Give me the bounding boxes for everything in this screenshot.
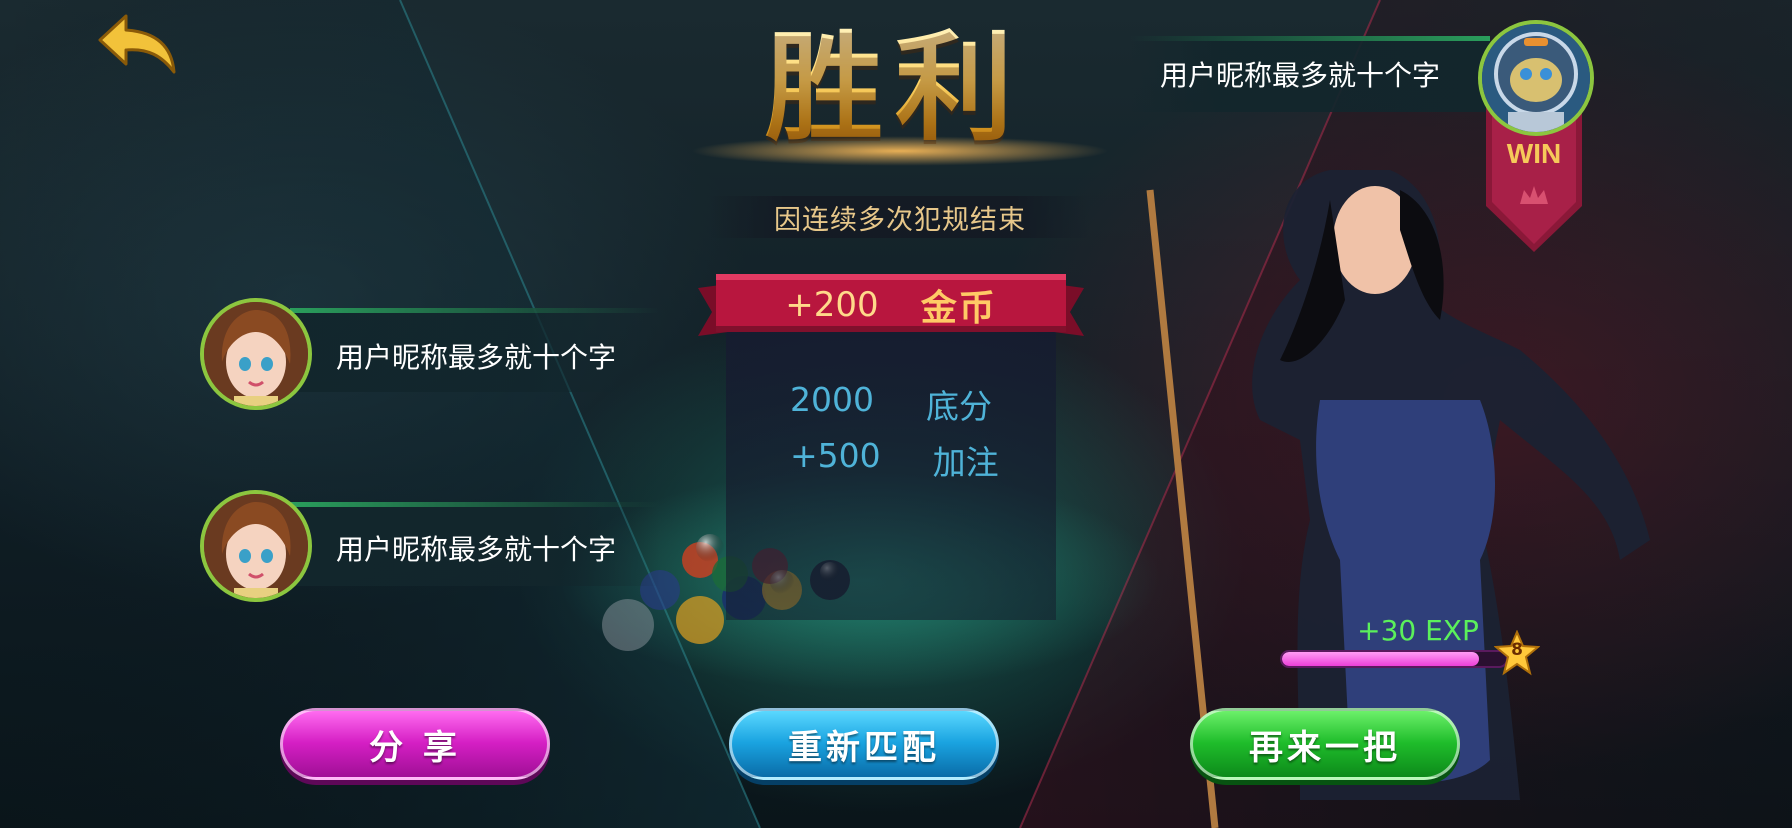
- bet-value: +500: [790, 436, 881, 475]
- base-score-label: 底分: [925, 387, 992, 426]
- girl-avatar-icon: [204, 494, 308, 598]
- reward-coins: +200 金币: [698, 274, 1084, 336]
- exp-progress-bar: [1280, 650, 1508, 668]
- win-badge-text: WIN: [1506, 138, 1562, 169]
- game-result-screen: 胜利 因连续多次犯规结束 +200 金币 2000 底分 +500 加注 用户昵…: [0, 0, 1792, 828]
- exp-gain: +30 EXP: [1357, 614, 1479, 647]
- winner-name: 用户昵称最多就十个字: [1160, 59, 1441, 92]
- rematch-button[interactable]: 重新匹配: [729, 708, 999, 780]
- exp-progress-fill: [1282, 652, 1480, 666]
- title-container: 胜利: [700, 18, 1090, 168]
- winner-avatar[interactable]: [1478, 20, 1594, 136]
- winner-card: 用户昵称最多就十个字: [1130, 30, 1490, 120]
- player-bar-accent: [290, 502, 660, 507]
- share-button[interactable]: 分 享: [280, 708, 550, 780]
- back-button[interactable]: [96, 12, 180, 76]
- opponent-name-1: 用户昵称最多就十个字: [336, 341, 617, 374]
- reward-row-base-score: 2000 底分: [790, 380, 1030, 428]
- opponent-avatar-1[interactable]: [200, 298, 312, 410]
- player-level: 8: [1511, 640, 1523, 660]
- bet-label: 加注: [932, 443, 999, 482]
- opponent-avatar-2[interactable]: [200, 490, 312, 602]
- reward-row-bet: +500 加注: [790, 436, 1030, 484]
- back-arrow-icon: [98, 14, 176, 74]
- player-bar-accent: [290, 308, 660, 313]
- opponent-name-2: 用户昵称最多就十个字: [336, 533, 617, 566]
- base-score-value: 2000: [790, 380, 874, 419]
- astronaut-cat-avatar-icon: [1482, 24, 1590, 132]
- coins-amount: +200: [785, 285, 879, 325]
- coins-label: 金币: [920, 288, 997, 329]
- end-reason: 因连续多次犯规结束: [710, 196, 1090, 238]
- victory-title: 胜利: [700, 18, 1090, 158]
- left-light-beam: [0, 0, 760, 828]
- play-again-button[interactable]: 再来一把: [1190, 708, 1460, 780]
- winner-bar-accent: [1130, 36, 1490, 41]
- girl-avatar-icon: [204, 302, 308, 406]
